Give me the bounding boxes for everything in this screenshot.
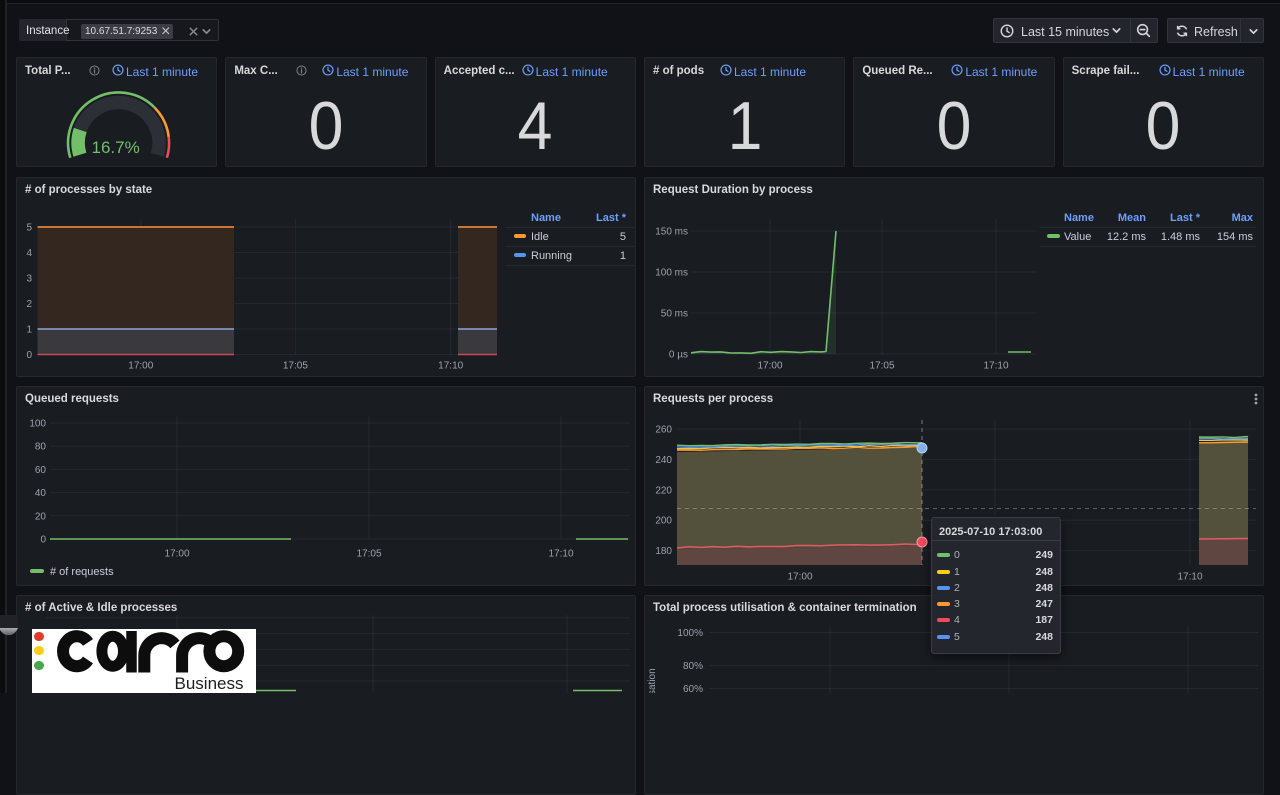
svg-text:17:10: 17:10: [438, 361, 463, 372]
svg-text:0: 0: [26, 350, 32, 361]
svg-text:17:10: 17:10: [983, 361, 1008, 372]
svg-text:60: 60: [35, 465, 47, 476]
svg-text:80%: 80%: [683, 661, 703, 672]
svg-text:180: 180: [655, 546, 672, 557]
svg-text:40: 40: [35, 488, 47, 499]
svg-text:50 ms: 50 ms: [661, 309, 688, 320]
svg-text:0 µs: 0 µs: [669, 350, 688, 361]
svg-text:100 ms: 100 ms: [655, 268, 688, 279]
svg-text:150 ms: 150 ms: [655, 227, 688, 238]
svg-text:3: 3: [26, 274, 32, 285]
svg-text:17:00: 17:00: [128, 361, 153, 372]
svg-text:# of requests: # of requests: [50, 566, 114, 578]
svg-text:100%: 100%: [677, 628, 703, 639]
svg-text:17:00: 17:00: [787, 572, 812, 583]
svg-text:200: 200: [655, 516, 672, 527]
svg-text:80: 80: [35, 442, 47, 453]
svg-text:Utilisation: Utilisation: [647, 668, 658, 693]
svg-text:240: 240: [655, 455, 672, 466]
svg-text:0: 0: [40, 535, 46, 546]
svg-text:220: 220: [655, 485, 672, 496]
svg-text:17:05: 17:05: [869, 361, 894, 372]
svg-text:1: 1: [26, 325, 32, 336]
svg-text:17:00: 17:00: [164, 549, 189, 560]
svg-text:17:10: 17:10: [1177, 572, 1202, 583]
svg-text:5: 5: [26, 223, 32, 234]
svg-text:17:00: 17:00: [757, 361, 782, 372]
svg-text:20: 20: [35, 511, 47, 522]
svg-text:17:05: 17:05: [283, 361, 308, 372]
svg-text:4: 4: [26, 248, 32, 259]
svg-text:260: 260: [655, 425, 672, 436]
svg-text:17:10: 17:10: [548, 549, 573, 560]
svg-text:17:05: 17:05: [356, 549, 381, 560]
svg-text:2: 2: [26, 299, 32, 310]
svg-text:60%: 60%: [683, 684, 703, 693]
svg-text:100: 100: [29, 419, 46, 430]
